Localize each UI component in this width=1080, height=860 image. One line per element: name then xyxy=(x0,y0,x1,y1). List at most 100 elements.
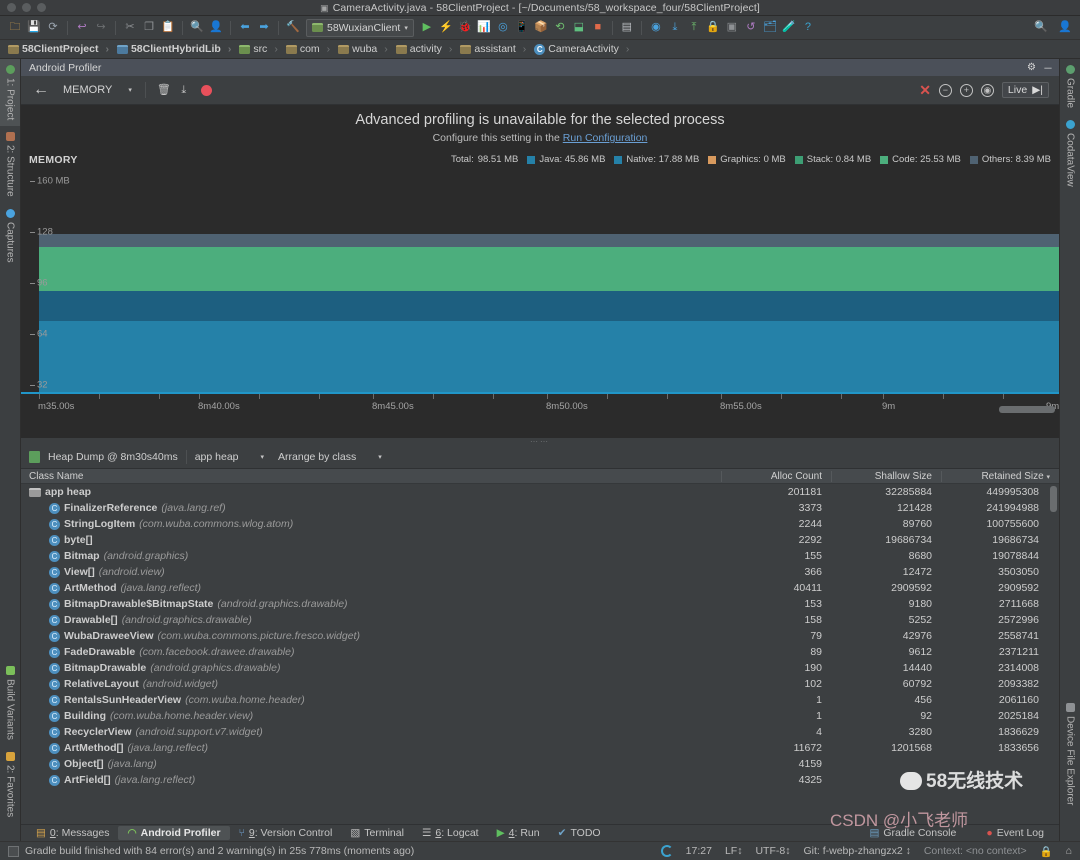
column-header-class-name[interactable]: Class Name xyxy=(21,471,721,482)
notification-icon[interactable]: ⌂ xyxy=(1066,845,1072,857)
vcs-update-icon[interactable]: ⤓ xyxy=(666,19,684,37)
bottom-tab-terminal[interactable]: ▧ Terminal xyxy=(341,826,413,840)
breadcrumb-item-com[interactable]: com › xyxy=(283,43,335,55)
gear-icon[interactable]: ⚙ xyxy=(1027,62,1036,73)
bottom-tab-logcat[interactable]: ☰ 6: Logcat xyxy=(413,826,488,840)
export-icon[interactable]: ⤓ xyxy=(175,81,193,99)
copy-icon[interactable]: ❐ xyxy=(140,19,158,37)
breadcrumb-item-src[interactable]: src › xyxy=(236,43,283,55)
panel-splitter[interactable]: ⋯⋯ xyxy=(21,437,1059,446)
lock-icon[interactable]: 🔒 xyxy=(1040,845,1053,858)
run-configuration-selector[interactable]: 58WuxianClient ▾ xyxy=(306,18,414,37)
sidebar-item-device-file-explorer[interactable]: Device File Explorer xyxy=(1060,697,1080,811)
sidebar-item-codataview[interactable]: CodataView xyxy=(1060,114,1080,193)
sync-icon[interactable]: ⟳ xyxy=(44,19,62,37)
run-configuration-link[interactable]: Run Configuration xyxy=(563,132,648,144)
navigate-forward-icon[interactable]: ➡ xyxy=(255,19,273,37)
debug-icon[interactable]: 🐞 xyxy=(456,19,474,37)
profile-icon[interactable]: 📊 xyxy=(475,19,493,37)
table-row[interactable]: C RentalsSunHeaderView (com.wuba.home.hea… xyxy=(21,692,1059,708)
arrange-select[interactable]: Arrange by class ▾ xyxy=(278,451,382,463)
sdk-icon[interactable]: 🧪 xyxy=(780,19,798,37)
sidebar-item-structure[interactable]: 2: Structure xyxy=(0,126,20,203)
avd-manager-icon[interactable]: 📱 xyxy=(513,19,531,37)
sidebar-item-project[interactable]: 1: Project xyxy=(0,59,20,127)
record-dot-icon[interactable] xyxy=(200,84,212,96)
chart-horizontal-scrollbar[interactable] xyxy=(999,406,1055,413)
column-header-retained-size[interactable]: Retained Size ▾ xyxy=(941,470,1059,482)
close-x-icon[interactable]: ✕ xyxy=(919,82,931,99)
breadcrumb-item-class[interactable]: C CameraActivity › xyxy=(531,43,634,55)
cut-icon[interactable]: ✂ xyxy=(121,19,139,37)
paste-icon[interactable]: 📋 xyxy=(159,19,177,37)
help-icon[interactable]: ? xyxy=(799,19,817,37)
status-line-separator[interactable]: LF↕ xyxy=(725,845,743,857)
table-row[interactable]: C Drawable[] (android.graphics.drawable) 1… xyxy=(21,612,1059,628)
table-row[interactable]: C WubaDraweeView (com.wuba.commons.pictur… xyxy=(21,628,1059,644)
redo-icon[interactable]: ↪ xyxy=(92,19,110,37)
status-encoding[interactable]: UTF-8↕ xyxy=(755,845,790,857)
sdk-manager-icon[interactable]: 📦 xyxy=(532,19,550,37)
table-row[interactable]: C Object[] (java.lang) 4159 xyxy=(21,756,1059,772)
layout-inspector-icon[interactable]: ⬓ xyxy=(570,19,588,37)
column-header-shallow-size[interactable]: Shallow Size xyxy=(831,470,941,482)
undo-icon[interactable]: ↩ xyxy=(73,19,91,37)
breadcrumb-item-wuba[interactable]: wuba › xyxy=(335,43,393,55)
table-row[interactable]: C FinalizerReference (java.lang.ref) 3373 1… xyxy=(21,500,1059,516)
table-row[interactable]: C Bitmap (android.graphics) 155 8680 1907884… xyxy=(21,548,1059,564)
search-everywhere-icon[interactable]: 🔍 xyxy=(1032,19,1050,37)
heap-select[interactable]: app heap ▾ xyxy=(195,451,264,463)
bottom-tab-event-log[interactable]: ● Event Log xyxy=(977,826,1053,840)
reset-zoom-icon[interactable]: ◉ xyxy=(980,83,994,97)
gradle-sync-icon[interactable]: ⟲ xyxy=(551,19,569,37)
open-folder-icon[interactable]: 🗀 xyxy=(6,19,24,37)
attach-debugger-icon[interactable]: ◎ xyxy=(494,19,512,37)
back-arrow-icon[interactable]: ← xyxy=(31,81,57,99)
stop-icon[interactable]: ■ xyxy=(589,19,607,37)
find-usages-icon[interactable]: 👤 xyxy=(207,19,225,37)
find-icon[interactable]: 🔍 xyxy=(188,19,206,37)
toggle-toolwindows-icon[interactable] xyxy=(8,845,19,857)
table-row[interactable]: Cbyte[] 2292 19686734 19686734 xyxy=(21,532,1059,548)
sidebar-item-build-variants[interactable]: Build Variants xyxy=(0,660,20,746)
table-row[interactable]: C FadeDrawable (com.facebook.drawee.drawa… xyxy=(21,644,1059,660)
android-device-monitor-icon[interactable]: ▤ xyxy=(618,19,636,37)
save-all-icon[interactable]: 💾 xyxy=(25,19,43,37)
table-row[interactable]: C BitmapDrawable (android.graphics.drawab… xyxy=(21,660,1059,676)
bottom-tab-todo[interactable]: ✔ TODO xyxy=(549,826,610,840)
breadcrumb-item-activity[interactable]: activity › xyxy=(393,43,458,55)
table-vertical-scrollbar[interactable] xyxy=(1050,486,1057,512)
sidebar-item-captures[interactable]: Captures xyxy=(0,203,20,269)
preview-icon[interactable]: ▣ xyxy=(723,19,741,37)
live-button[interactable]: Live ▶| xyxy=(1001,82,1049,98)
table-row[interactable]: C ArtMethod[] (java.lang.reflect) 11672 120… xyxy=(21,740,1059,756)
vcs-commit-icon[interactable]: ⤒ xyxy=(685,19,703,37)
sidebar-item-gradle[interactable]: Gradle xyxy=(1060,59,1080,114)
table-row[interactable]: C BitmapDrawable$BitmapState (android.gra… xyxy=(21,596,1059,612)
table-row[interactable]: C RelativeLayout (android.widget) 102 60792… xyxy=(21,676,1059,692)
chart-plot-area[interactable]: 160 MB 128 96 64 32 m35.00s 8m40.00s 8m4… xyxy=(21,175,1059,416)
table-row[interactable]: app heap 201181 32285884 449995308 xyxy=(21,484,1059,500)
zoom-out-icon[interactable]: − xyxy=(938,83,952,97)
bottom-tab-version-control[interactable]: ⑂ 9: Version Control xyxy=(230,826,342,840)
memory-chart[interactable]: MEMORY Total: 98.51 MB Java: 45.86 MB Na… xyxy=(21,151,1059,438)
build-hammer-icon[interactable]: 🔨 xyxy=(284,19,302,37)
sidebar-item-favorites[interactable]: 2: Favorites xyxy=(0,746,20,823)
bottom-tab-run[interactable]: ▶ 4: Run xyxy=(488,826,549,840)
revert-icon[interactable]: ↺ xyxy=(742,19,760,37)
avd-icon[interactable]: ◉ xyxy=(647,19,665,37)
apply-changes-icon[interactable]: ⚡ xyxy=(437,19,455,37)
account-icon[interactable]: 👤 xyxy=(1056,19,1074,37)
bottom-tab-android-profiler[interactable]: ◠ Android Profiler xyxy=(118,826,230,840)
table-body[interactable]: app heap 201181 32285884 449995308 C Finalize… xyxy=(21,484,1059,824)
breadcrumb-item-assistant[interactable]: assistant › xyxy=(457,43,531,55)
breadcrumb-item-hybridlib[interactable]: 58ClientHybridLib › xyxy=(114,43,236,55)
table-row[interactable]: C View[] (android.view) 366 12472 3503050 xyxy=(21,564,1059,580)
zoom-in-icon[interactable]: + xyxy=(959,83,973,97)
status-git-branch[interactable]: Git: f-webp-zhangzx2 ↕ xyxy=(803,845,910,857)
table-row[interactable]: C RecyclerView (android.support.v7.widget… xyxy=(21,724,1059,740)
bottom-tab-gradle-console[interactable]: ▤ Gradle Console xyxy=(860,826,965,840)
column-header-alloc-count[interactable]: Alloc Count xyxy=(721,470,831,482)
run-icon[interactable]: ▶ xyxy=(418,19,436,37)
lock-icon[interactable]: 🔒 xyxy=(704,19,722,37)
